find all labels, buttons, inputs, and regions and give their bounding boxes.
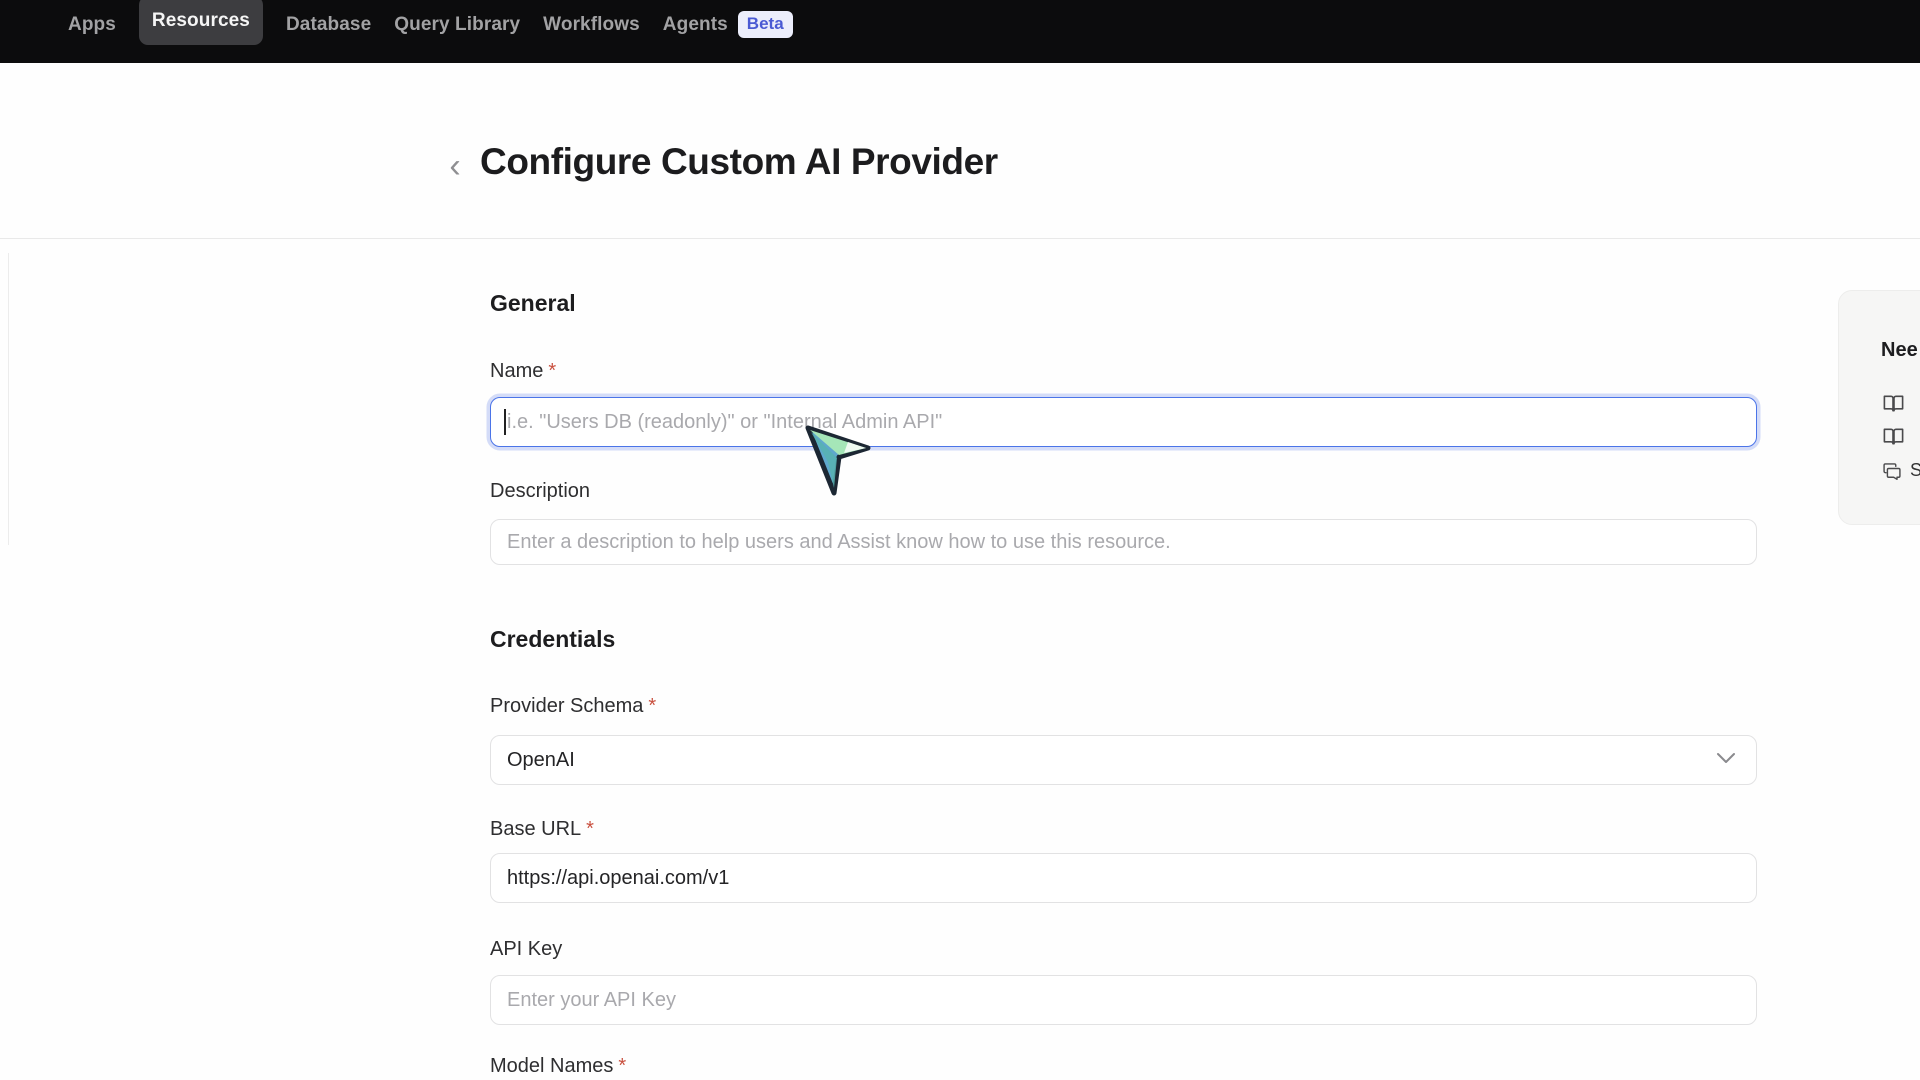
nav-item-query-library[interactable]: Query Library [394, 14, 520, 36]
page: Apps Resources Database Query Library Wo… [0, 0, 1920, 1080]
name-label: Name* [490, 360, 556, 383]
help-link-label: S [1910, 460, 1920, 481]
required-asterisk: * [586, 818, 594, 840]
back-button[interactable]: ‹ [438, 146, 472, 186]
help-panel-heading: Nee [1881, 339, 1918, 362]
help-link-support[interactable]: S [1882, 460, 1920, 481]
nav-item-agents[interactable]: Agents [663, 14, 728, 36]
name-input[interactable] [490, 397, 1757, 447]
chevron-left-icon: ‹ [449, 149, 460, 183]
provider-schema-value: OpenAI [507, 749, 575, 772]
help-link-docs-1[interactable] [1882, 392, 1905, 415]
header-divider [0, 238, 1920, 239]
top-navigation: Apps Resources Database Query Library Wo… [0, 0, 1920, 63]
api-key-input[interactable] [490, 975, 1757, 1025]
required-asterisk: * [648, 695, 656, 717]
help-panel: Nee S [1838, 290, 1920, 525]
base-url-label: Base URL* [490, 818, 594, 841]
required-asterisk: * [548, 360, 556, 382]
provider-schema-label: Provider Schema* [490, 695, 656, 718]
nav-item-resources[interactable]: Resources [139, 0, 263, 45]
beta-badge: Beta [738, 11, 793, 38]
book-icon [1882, 392, 1905, 415]
background-page-edge [8, 253, 9, 545]
chat-icon [1882, 461, 1902, 481]
book-icon [1882, 425, 1905, 448]
section-heading-credentials: Credentials [490, 626, 615, 653]
text-caret [504, 409, 506, 435]
provider-schema-select[interactable]: OpenAI [490, 735, 1757, 785]
nav-item-database[interactable]: Database [286, 14, 371, 36]
description-label: Description [490, 480, 590, 503]
api-key-label: API Key [490, 938, 562, 961]
required-asterisk: * [618, 1055, 626, 1077]
chevron-down-icon [1716, 751, 1736, 769]
section-heading-general: General [490, 290, 576, 317]
model-names-label: Model Names* [490, 1055, 626, 1078]
description-input[interactable] [490, 519, 1757, 565]
base-url-input[interactable] [490, 853, 1757, 903]
nav-item-apps[interactable]: Apps [68, 14, 116, 36]
page-title: Configure Custom AI Provider [480, 141, 998, 183]
help-link-docs-2[interactable] [1882, 425, 1905, 448]
resource-form: General Name* Description Credentials Pr… [490, 290, 1757, 1080]
nav-item-workflows[interactable]: Workflows [543, 14, 640, 36]
